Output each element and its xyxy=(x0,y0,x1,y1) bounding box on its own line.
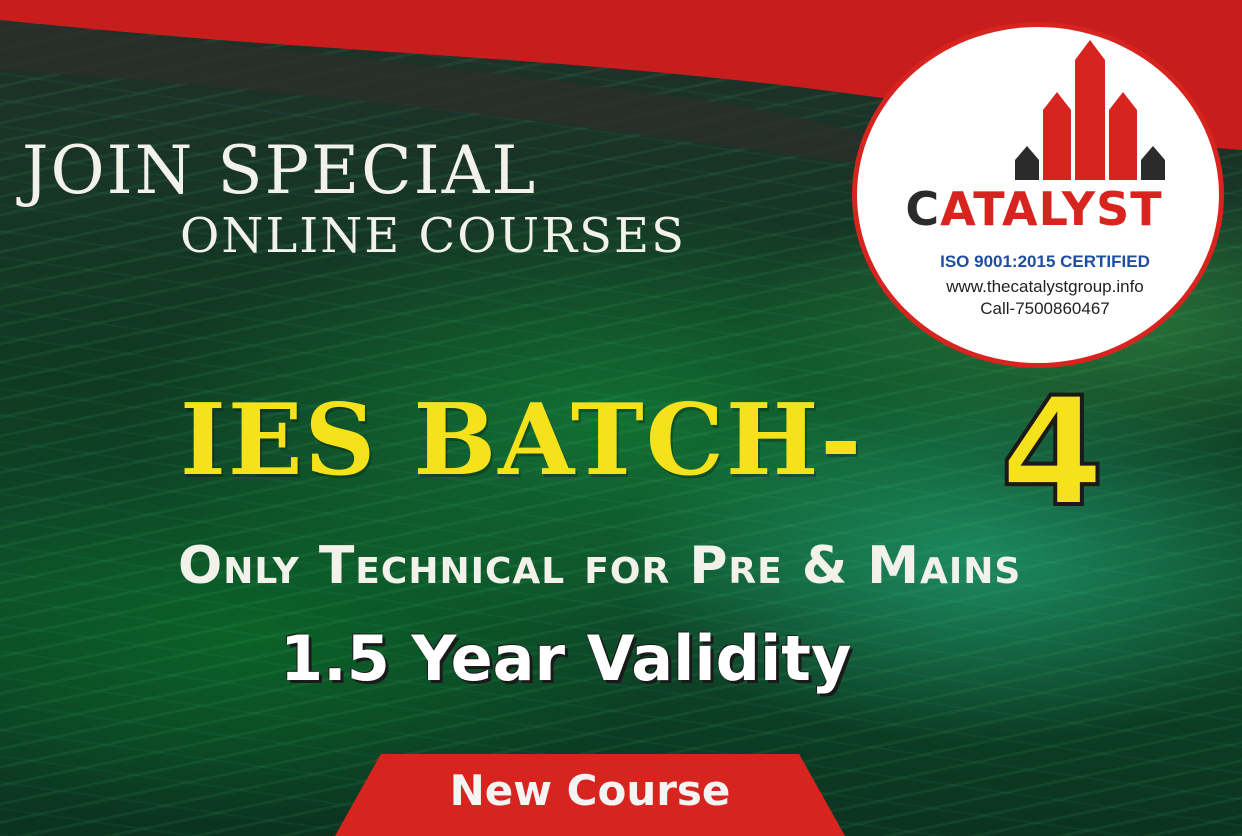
new-course-label: New Course xyxy=(449,766,731,815)
promo-poster: JOIN SPECIAL ONLINE COURSES CATALYST ISO… xyxy=(0,0,1242,836)
heading-online-courses: ONLINE COURSES xyxy=(180,208,686,264)
iso-certification: ISO 9001:2015 CERTIFIED xyxy=(940,252,1150,271)
heading-join-special: JOIN SPECIAL xyxy=(22,132,538,209)
brand-name-rest: ATALYST xyxy=(940,182,1163,236)
validity-text: 1.5 Year Validity xyxy=(280,622,852,695)
website-url: www.thecatalystgroup.info xyxy=(946,277,1144,296)
batch-number: 4 xyxy=(998,366,1106,540)
phone-number: Call-7500860467 xyxy=(980,299,1110,318)
course-subtitle: Only Technical for Pre & Mains xyxy=(178,536,1022,596)
brand-initial: C xyxy=(905,182,941,236)
batch-title: IES BATCH- xyxy=(180,383,864,498)
brand-name: CATALYST xyxy=(884,186,1184,232)
